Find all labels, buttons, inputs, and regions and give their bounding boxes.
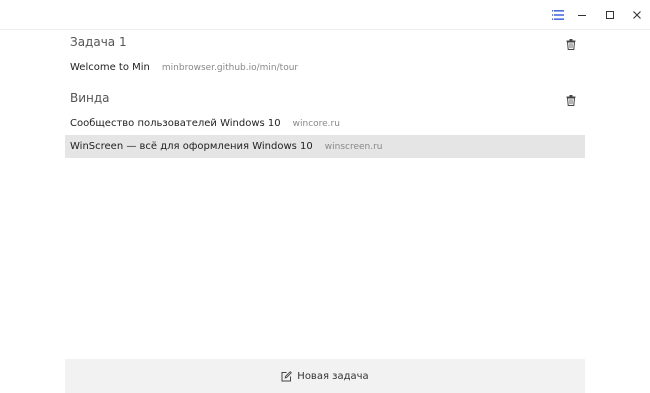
task-overlay: Задача 1 Welcome to Min minbrowser.githu… (65, 30, 585, 393)
trash-icon (566, 94, 576, 106)
new-task-button[interactable]: Новая задача (65, 359, 585, 393)
list-icon (552, 10, 564, 20)
tab-url: winscreen.ru (324, 141, 383, 152)
task-header: Задача 1 (65, 32, 585, 56)
tab-item[interactable]: Сообщество пользователей Windows 10 winc… (65, 112, 585, 135)
task-name[interactable]: Задача 1 (70, 35, 127, 49)
tab-title: Сообщество пользователей Windows 10 (70, 118, 281, 129)
delete-task-button[interactable] (565, 94, 577, 106)
maximize-icon (606, 11, 614, 19)
close-icon (633, 11, 641, 19)
delete-task-button[interactable] (565, 38, 577, 50)
task-name[interactable]: Винда (70, 91, 110, 105)
tab-item-selected[interactable]: WinScreen — всё для оформления Windows 1… (65, 135, 585, 158)
tab-url: wincore.ru (292, 118, 340, 129)
tab-item[interactable]: Welcome to Min minbrowser.github.io/min/… (65, 56, 585, 79)
tab-title: Welcome to Min (70, 62, 150, 73)
maximize-button[interactable] (602, 7, 618, 23)
edit-icon (281, 370, 293, 382)
new-task-label: Новая задача (297, 370, 369, 382)
minimize-icon (578, 15, 586, 16)
tab-url: minbrowser.github.io/min/tour (161, 62, 299, 73)
title-bar (0, 0, 650, 30)
close-button[interactable] (629, 7, 645, 23)
trash-icon (566, 38, 576, 50)
tab-title: WinScreen — всё для оформления Windows 1… (70, 141, 313, 152)
task-header: Винда (65, 88, 585, 112)
task-overlay-button[interactable] (550, 7, 566, 23)
minimize-button[interactable] (574, 7, 590, 23)
